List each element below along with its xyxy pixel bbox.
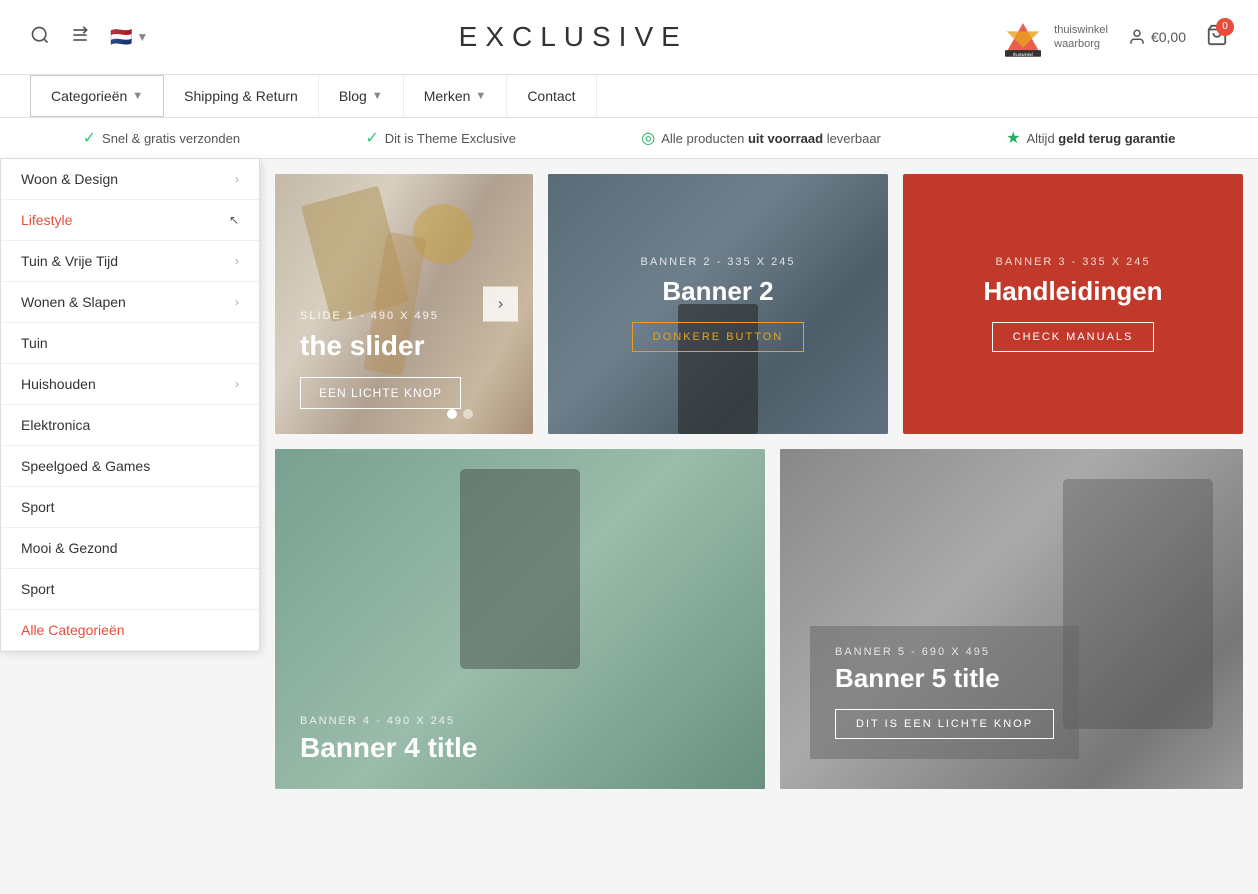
infobar-item-3: ◎ Alle producten uit voorraad leverbaar xyxy=(641,128,881,148)
dropdown-item-lifestyle[interactable]: Lifestyle ↖ xyxy=(1,200,259,241)
banner-3: BANNER 3 - 335 X 245 Handleidingen CHECK… xyxy=(903,174,1243,434)
dropdown-item-alle-cat[interactable]: Alle Categorieën xyxy=(1,610,259,651)
search-icon[interactable] xyxy=(30,25,50,50)
svg-text:thuiswinkel: thuiswinkel xyxy=(1013,51,1033,56)
check-icon: ✓ xyxy=(83,128,96,148)
main-content: Woon & Design › Lifestyle ↖ Tuin & Vrije… xyxy=(0,159,1258,804)
chevron-down-icon: ▼ xyxy=(475,90,486,102)
infobar: ✓ Snel & gratis verzonden ✓ Dit is Theme… xyxy=(0,118,1258,159)
account-link[interactable]: €0,00 xyxy=(1128,28,1186,46)
slider-button[interactable]: EEN LICHTE KNOP xyxy=(300,377,461,409)
banner-4: BANNER 4 - 490 X 245 Banner 4 title xyxy=(275,449,765,789)
banner-2-title: Banner 2 xyxy=(632,276,804,307)
banner-5-content: BANNER 5 - 690 X 495 Banner 5 title DIT … xyxy=(810,626,1079,759)
site-logo: EXCLUSIVE xyxy=(459,21,688,53)
navbar: Categorieën ▼ Shipping & Return Blog ▼ M… xyxy=(0,75,1258,118)
header-left: 🇳🇱 ▼ xyxy=(30,25,148,50)
banner-2-content: BANNER 2 - 335 X 245 Banner 2 DONKERE BU… xyxy=(632,256,804,352)
dropdown-item-elektronica[interactable]: Elektronica xyxy=(1,405,259,446)
banner-5-button[interactable]: DIT IS EEN LICHTE KNOP xyxy=(835,709,1054,739)
slider-next-button[interactable]: › xyxy=(483,287,518,322)
dropdown-item-wonen-slapen[interactable]: Wonen & Slapen › xyxy=(1,282,259,323)
slider-dot-2[interactable] xyxy=(463,409,473,419)
nav-contact[interactable]: Contact xyxy=(507,75,596,117)
chevron-right-icon: › xyxy=(235,254,239,268)
banners-area: SLIDE 1 - 490 X 495 the slider EEN LICHT… xyxy=(260,159,1258,804)
compare-icon[interactable] xyxy=(70,25,90,50)
chevron-right-icon: › xyxy=(235,172,239,186)
chevron-down-icon: ▼ xyxy=(132,90,143,102)
header-center: EXCLUSIVE xyxy=(459,21,688,53)
language-selector[interactable]: 🇳🇱 ▼ xyxy=(110,27,148,48)
thuiswinkel-badge: thuiswinkel thuiswinkel waarborg xyxy=(998,15,1108,60)
infobar-item-4: ★ Altijd geld terug garantie xyxy=(1006,128,1175,148)
banner-2-subtitle: BANNER 2 - 335 X 245 xyxy=(632,256,804,268)
category-dropdown: Woon & Design › Lifestyle ↖ Tuin & Vrije… xyxy=(0,159,260,652)
nav-merken[interactable]: Merken ▼ xyxy=(404,75,508,117)
chevron-right-icon: › xyxy=(235,295,239,309)
dropdown-item-sport-1[interactable]: Sport xyxy=(1,487,259,528)
nav-shipping[interactable]: Shipping & Return xyxy=(164,75,319,117)
dropdown-item-tuin[interactable]: Tuin xyxy=(1,323,259,364)
cart-button[interactable]: 0 xyxy=(1206,24,1228,51)
banner-5-subtitle: BANNER 5 - 690 X 495 xyxy=(835,646,1054,658)
dropdown-item-woon-design[interactable]: Woon & Design › xyxy=(1,159,259,200)
cart-count: 0 xyxy=(1216,18,1234,36)
star-icon: ★ xyxy=(1006,128,1020,148)
chevron-down-icon: ▼ xyxy=(372,90,383,102)
chevron-right-icon: › xyxy=(235,377,239,391)
banner-5: BANNER 5 - 690 X 495 Banner 5 title DIT … xyxy=(780,449,1243,789)
dropdown-item-mooi-gezond[interactable]: Mooi & Gezond xyxy=(1,528,259,569)
nav-categories[interactable]: Categorieën ▼ xyxy=(30,75,164,117)
banner-3-subtitle: BANNER 3 - 335 X 245 xyxy=(983,256,1162,268)
infobar-item-1: ✓ Snel & gratis verzonden xyxy=(83,128,240,148)
account-balance: €0,00 xyxy=(1151,29,1186,45)
banners-row-bottom: BANNER 4 - 490 X 245 Banner 4 title BANN… xyxy=(275,449,1243,789)
banner-4-subtitle: BANNER 4 - 490 X 245 xyxy=(300,715,477,727)
slider-title: the slider xyxy=(300,330,461,362)
slider-subtitle: SLIDE 1 - 490 X 495 xyxy=(300,310,461,322)
dropdown-item-huishouden[interactable]: Huishouden › xyxy=(1,364,259,405)
dropdown-item-sport-2[interactable]: Sport xyxy=(1,569,259,610)
banner-4-title: Banner 4 title xyxy=(300,732,477,764)
check-icon: ✓ xyxy=(365,128,378,148)
banner-3-button[interactable]: CHECK MANUALS xyxy=(992,322,1155,352)
banner-3-title: Handleidingen xyxy=(983,276,1162,307)
slider-dot-1[interactable] xyxy=(447,409,457,419)
slider-dots xyxy=(447,409,473,419)
banner-2: BANNER 2 - 335 X 245 Banner 2 DONKERE BU… xyxy=(548,174,888,434)
nav-blog[interactable]: Blog ▼ xyxy=(319,75,404,117)
banner-5-title: Banner 5 title xyxy=(835,663,1054,694)
dropdown-item-speelgoed[interactable]: Speelgoed & Games xyxy=(1,446,259,487)
circle-check-icon: ◎ xyxy=(641,128,655,148)
banners-row-top: SLIDE 1 - 490 X 495 the slider EEN LICHT… xyxy=(275,174,1243,434)
banner-4-content: BANNER 4 - 490 X 245 Banner 4 title xyxy=(300,715,477,764)
header-right: thuiswinkel thuiswinkel waarborg €0,00 xyxy=(998,15,1228,60)
header: 🇳🇱 ▼ EXCLUSIVE thuiswinkel thuiswinkel w… xyxy=(0,0,1258,75)
banner-slider: SLIDE 1 - 490 X 495 the slider EEN LICHT… xyxy=(275,174,533,434)
infobar-item-2: ✓ Dit is Theme Exclusive xyxy=(365,128,516,148)
dropdown-item-tuin-vrije-tijd[interactable]: Tuin & Vrije Tijd › xyxy=(1,241,259,282)
banner-2-button[interactable]: DONKERE BUTTON xyxy=(632,322,804,352)
banner-3-content: BANNER 3 - 335 X 245 Handleidingen CHECK… xyxy=(983,256,1162,352)
